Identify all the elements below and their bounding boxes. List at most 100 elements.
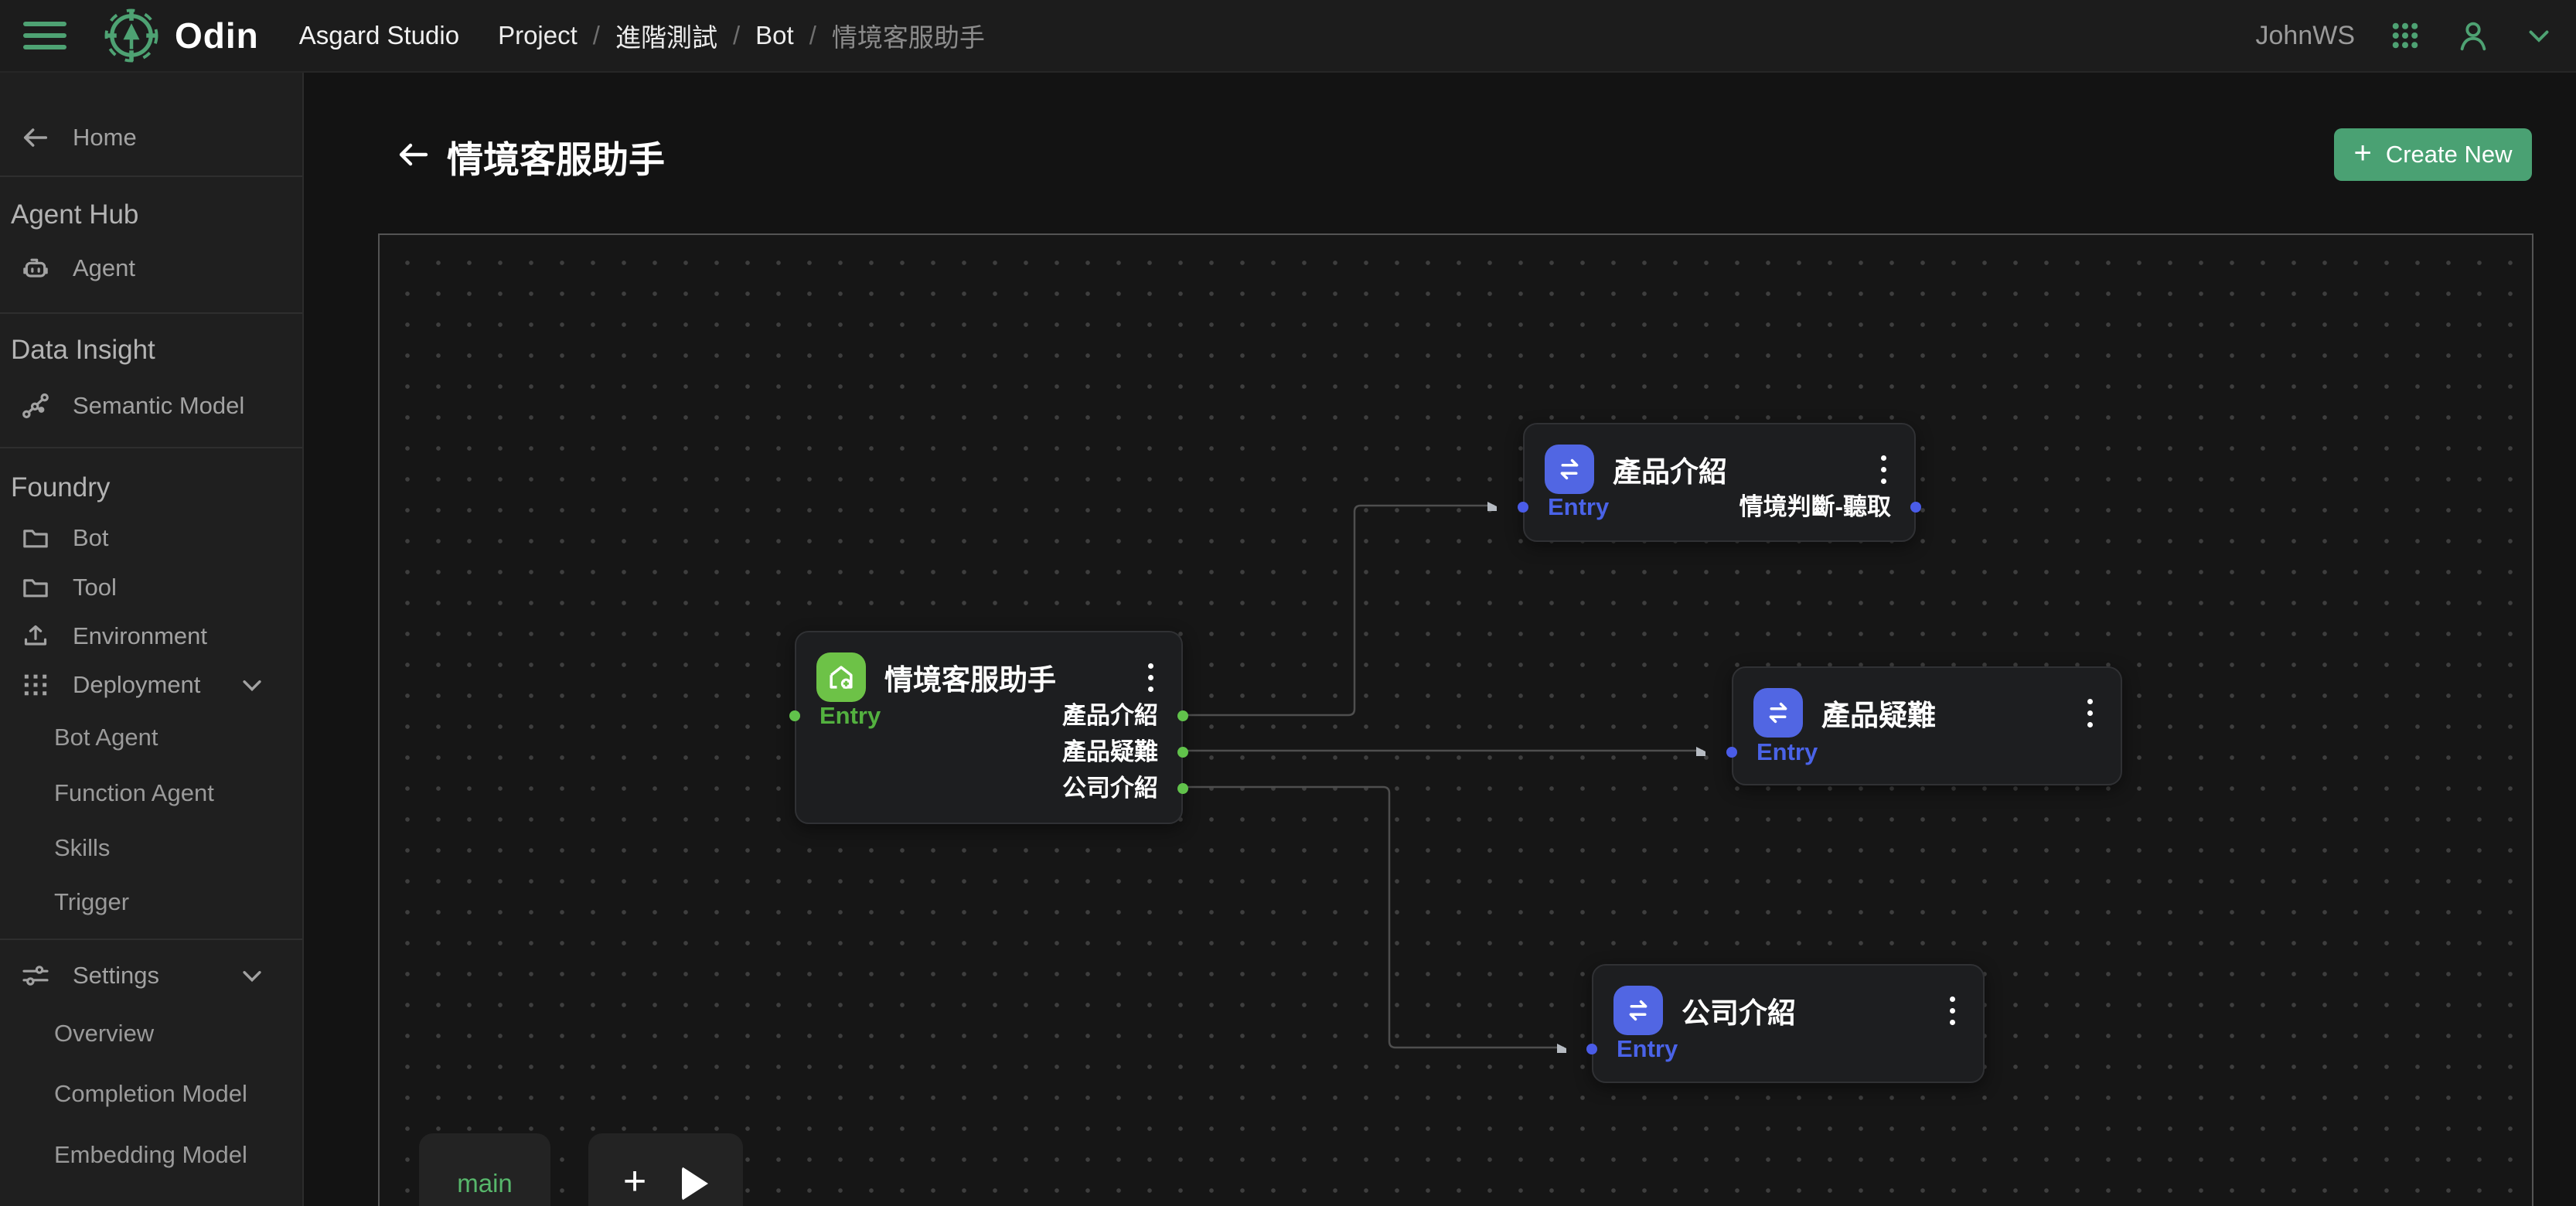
create-new-label: Create New	[2386, 141, 2513, 169]
node-product-issue[interactable]: 產品疑難 Entry	[1732, 666, 2122, 785]
output-port-dot[interactable]	[1177, 747, 1188, 758]
swap-arrows-icon	[1753, 688, 1803, 738]
sidebar-item-label: Settings	[73, 962, 159, 990]
breadcrumb: Project / 進階測試 / Bot / 情境客服助手	[498, 17, 985, 54]
sidebar-item-label: Semantic Model	[73, 392, 244, 420]
entry-port-dot[interactable]	[1586, 1044, 1597, 1054]
sidebar-divider	[0, 447, 302, 448]
swap-arrows-icon	[1545, 445, 1594, 494]
edge-main-to-company-intro	[1183, 787, 1564, 1048]
entry-port-dot[interactable]	[1726, 747, 1737, 758]
sidebar: Home Agent Hub Agent Data Insight Semant…	[0, 73, 304, 1206]
sidebar-subitem-trigger[interactable]: Trigger	[0, 877, 302, 927]
node-title: 情境客服助手	[884, 656, 1056, 698]
user-profile-icon[interactable]	[2455, 18, 2491, 53]
app-name: Odin	[175, 15, 259, 56]
sidebar-item-label: Tool	[73, 574, 117, 601]
breadcrumb-separator: /	[809, 21, 816, 50]
swap-arrows-icon	[1613, 986, 1663, 1035]
kebab-menu-icon[interactable]	[1873, 451, 1894, 489]
back-arrow-button[interactable]	[395, 136, 432, 173]
sidebar-subitem-function-agent[interactable]: Function Agent	[0, 768, 302, 818]
node-title: 公司介紹	[1682, 990, 1796, 1031]
port-output[interactable]: 情境判斷-聽取	[1739, 491, 1891, 523]
hamburger-menu-icon[interactable]	[23, 22, 66, 49]
sidebar-item-label: Agent	[73, 254, 135, 282]
plus-icon: +	[2353, 138, 2371, 169]
sidebar-item-bot[interactable]: Bot	[0, 513, 302, 563]
breadcrumb-separator: /	[593, 21, 600, 50]
branch-tab-main[interactable]: main	[419, 1133, 550, 1206]
kebab-menu-icon[interactable]	[2080, 694, 2101, 732]
sidebar-item-label: Deployment	[73, 671, 200, 699]
sidebar-subitem-completion-model[interactable]: Completion Model	[0, 1069, 302, 1119]
sidebar-subitem-skills[interactable]: Skills	[0, 823, 302, 873]
chevron-down-icon[interactable]	[239, 672, 265, 698]
node-product-intro[interactable]: 產品介紹 Entry 情境判斷-聽取	[1523, 423, 1916, 542]
sidebar-section-foundry: Foundry	[0, 462, 302, 513]
studio-name[interactable]: Asgard Studio	[299, 21, 459, 50]
kebab-menu-icon[interactable]	[1140, 659, 1161, 697]
sidebar-item-settings[interactable]: Settings	[0, 951, 302, 1000]
sidebar-item-tool[interactable]: Tool	[0, 563, 302, 612]
port-output[interactable]: 產品疑難	[1062, 736, 1158, 768]
output-port-dot[interactable]	[1910, 502, 1921, 513]
arrow-left-icon	[19, 122, 53, 153]
port-output[interactable]: 公司介紹	[1062, 772, 1158, 805]
app-grid-icon[interactable]	[2389, 19, 2421, 52]
breadcrumb-current: 情境客服助手	[832, 17, 985, 54]
sidebar-section-agent-hub: Agent Hub	[0, 189, 302, 240]
edge-main-to-product-intro	[1183, 506, 1494, 715]
port-entry[interactable]: Entry	[819, 700, 881, 732]
port-entry[interactable]: Entry	[1757, 736, 1818, 768]
breadcrumb-separator: /	[733, 21, 740, 50]
sidebar-item-deployment[interactable]: Deployment	[0, 660, 302, 710]
sidebar-item-label: Environment	[73, 622, 207, 650]
sidebar-subitem-overview[interactable]: Overview	[0, 1009, 302, 1058]
sidebar-item-home[interactable]: Home	[0, 116, 302, 159]
node-title: 產品介紹	[1613, 448, 1727, 490]
chevron-down-icon[interactable]	[2525, 22, 2553, 49]
flow-canvas[interactable]: 情境客服助手 Entry 產品介紹 產品疑難 公司介紹 產品介紹	[378, 233, 2533, 1206]
port-entry[interactable]: Entry	[1548, 491, 1609, 523]
output-port-dot[interactable]	[1177, 783, 1188, 794]
add-branch-button[interactable]: +	[623, 1161, 646, 1201]
kebab-menu-icon[interactable]	[1942, 992, 1963, 1030]
folder-icon	[19, 523, 53, 554]
node-company-intro[interactable]: 公司介紹 Entry	[1592, 964, 1985, 1083]
sidebar-subitem-bot-agent[interactable]: Bot Agent	[0, 713, 302, 762]
chevron-down-icon[interactable]	[239, 962, 265, 989]
odin-app: Odin Asgard Studio Project / 進階測試 / Bot …	[0, 0, 2576, 1206]
robot-icon	[19, 253, 53, 284]
sidebar-item-semantic-model[interactable]: Semantic Model	[0, 381, 302, 431]
create-new-button[interactable]: + Create New	[2334, 128, 2532, 181]
node-main-bot[interactable]: 情境客服助手 Entry 產品介紹 產品疑難 公司介紹	[795, 631, 1183, 824]
breadcrumb-bot[interactable]: Bot	[755, 21, 794, 50]
sidebar-subitem-embedding-model[interactable]: Embedding Model	[0, 1130, 302, 1180]
entry-port-dot[interactable]	[789, 710, 800, 721]
semantic-graph-icon	[19, 390, 53, 421]
entry-port-dot[interactable]	[1518, 502, 1528, 513]
username: JohnWS	[2256, 21, 2356, 51]
odin-logo-icon[interactable]	[99, 3, 164, 68]
port-output[interactable]: 產品介紹	[1062, 700, 1158, 732]
sidebar-section-data-insight: Data Insight	[0, 325, 302, 376]
sidebar-divider	[0, 175, 302, 177]
sidebar-item-environment[interactable]: Environment	[0, 612, 302, 660]
sidebar-item-label: Bot	[73, 524, 109, 552]
breadcrumb-project[interactable]: Project	[498, 21, 578, 50]
sidebar-divider	[0, 939, 302, 940]
sidebar-divider	[0, 312, 302, 314]
output-port-dot[interactable]	[1177, 710, 1188, 721]
port-entry[interactable]: Entry	[1617, 1033, 1678, 1065]
folder-icon	[19, 572, 53, 603]
top-navbar: Odin Asgard Studio Project / 進階測試 / Bot …	[0, 0, 2576, 73]
run-play-button[interactable]	[682, 1167, 708, 1201]
edge-layer	[380, 235, 2535, 1206]
page-title: 情境客服助手	[447, 130, 665, 183]
sliders-icon	[19, 960, 53, 991]
breadcrumb-workspace[interactable]: 進階測試	[615, 17, 717, 54]
canvas-toolbar: +	[588, 1133, 743, 1206]
grid-icon	[19, 669, 53, 700]
sidebar-item-agent[interactable]: Agent	[0, 244, 302, 293]
